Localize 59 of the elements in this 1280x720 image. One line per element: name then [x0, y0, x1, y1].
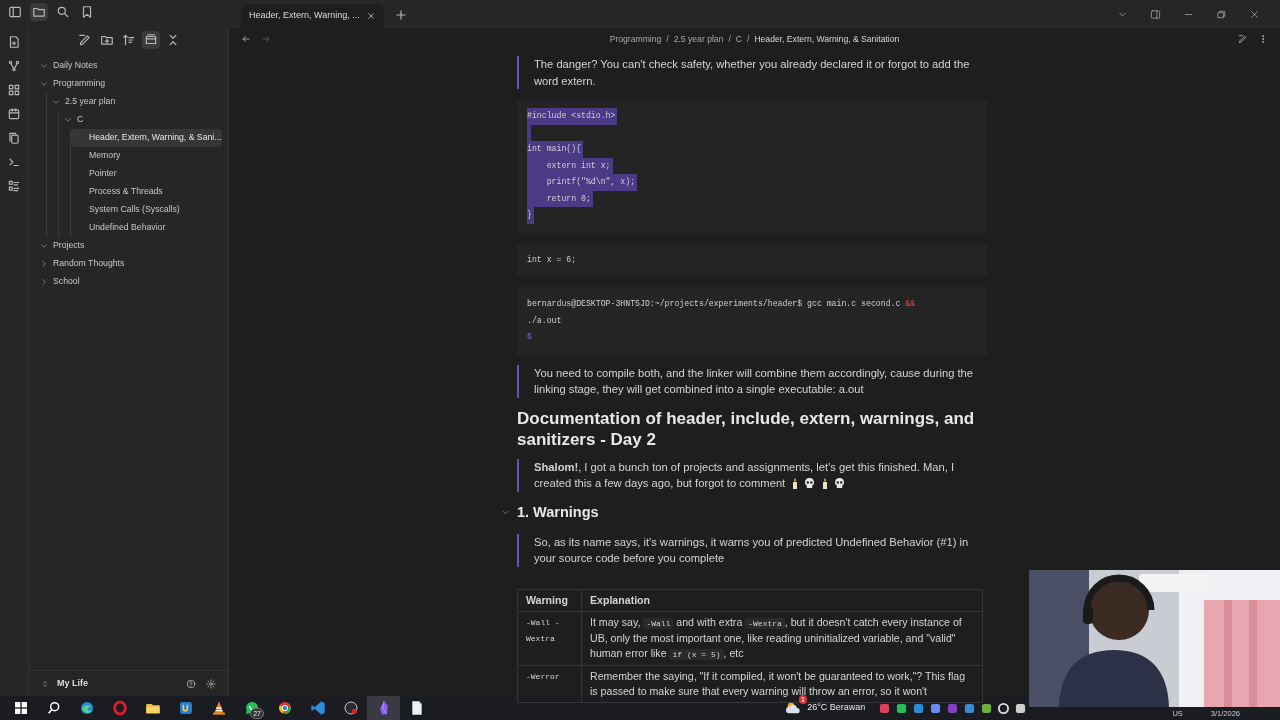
- breadcrumb-separator: /: [728, 32, 731, 46]
- tree-item[interactable]: 2.5 year plan: [47, 93, 222, 111]
- cone-icon: [210, 700, 227, 716]
- tray-icon[interactable]: [896, 702, 908, 714]
- card-icon[interactable]: [141, 31, 160, 49]
- blockquote: Shalom!, I got a bunch ton of projects and assignments, let's get this finished. Man, I created this a few days ago, but forgot to comment: [517, 458, 987, 493]
- browser-icon: [276, 700, 293, 716]
- tray-icon[interactable]: [981, 702, 993, 714]
- browser-icon: [78, 700, 95, 716]
- settings-icon[interactable]: [204, 676, 218, 691]
- tree-item[interactable]: Undefined Behavior: [71, 219, 222, 237]
- blockquote: The danger? You can't check safety, whether you already declared it or forgot to add the word extern.: [517, 56, 987, 90]
- tray-icon[interactable]: [1015, 702, 1027, 714]
- record-icon: [342, 700, 359, 716]
- start-icon: [12, 700, 29, 716]
- skull-icon: [834, 477, 846, 490]
- chevron-down-icon[interactable]: [39, 241, 49, 251]
- breadcrumb-separator: /: [747, 32, 750, 46]
- table-cell: It may say, -Wall and with extra -Wextra , but it doesn't catch every instance of UB, only the most important one, like reading uninitialized variable, and "valid" human error like if (x = 5) , etc: [581, 611, 983, 666]
- code-block: #include <stdio.h> int main(){ extern int x; printf("%d\n", x); return 0; }: [517, 99, 987, 233]
- folder-icon[interactable]: [30, 3, 48, 21]
- tray-icon[interactable]: [930, 702, 942, 714]
- column-header: Warning: [517, 589, 582, 612]
- breadcrumb-link[interactable]: Programming: [609, 32, 662, 46]
- weather-text[interactable]: 26°C Berawan: [807, 701, 866, 715]
- table-cell: -Wall -Wextra: [517, 611, 582, 666]
- edit-icon[interactable]: [1236, 32, 1250, 46]
- tree-item[interactable]: Daily Notes: [35, 57, 222, 75]
- weather-icon[interactable]: [785, 700, 802, 716]
- tree-item[interactable]: Header, Extern, Warning, & Sani...: [71, 129, 222, 147]
- notification-badge: 1: [798, 695, 808, 704]
- blockquote: So, as its name says, it's warnings, it warns you of predicted Undefined Behavior (#1) in your source code before you complete: [517, 533, 987, 567]
- vault-name[interactable]: My Life: [57, 676, 178, 691]
- heading: Documentation of header, include, extern, warnings, and sanitizers - Day 2: [517, 407, 976, 450]
- column-header: Explanation: [581, 589, 983, 612]
- skull-icon: [804, 477, 816, 490]
- tray-icon[interactable]: [998, 702, 1010, 714]
- breadcrumb-link[interactable]: C: [735, 32, 742, 46]
- tree-item[interactable]: Projects: [35, 237, 222, 255]
- tree-item[interactable]: Random Thoughts: [35, 255, 222, 273]
- terminal-output: bernardus@DESKTOP-3HNT5JD:~/projects/experiments/header$ gcc main.c second.c && ./a.out 6: [517, 287, 987, 355]
- heading: 1. Warnings: [517, 503, 599, 523]
- code-editor-icon: [309, 700, 326, 716]
- tree-item[interactable]: System Calls (Syscalls): [71, 201, 222, 219]
- tab[interactable]: Header, Extern, Warning, ...: [241, 4, 384, 28]
- app-icon: [177, 700, 194, 716]
- tree-item[interactable]: Pointer: [71, 165, 222, 183]
- tree-item[interactable]: Memory: [71, 147, 222, 165]
- breadcrumb-link[interactable]: 2.5 year plan: [673, 32, 724, 46]
- breadcrumb-current[interactable]: Header, Extern, Warning, & Sanitation: [754, 32, 900, 46]
- browser-icon: [111, 700, 128, 716]
- tree-item[interactable]: Process & Threads: [71, 183, 222, 201]
- blockquote: You need to compile both, and the linker will combine them accordingly, cause during the linking stage, they will get combined into a single executable: a.out: [517, 364, 987, 398]
- tree-item[interactable]: Programming: [35, 75, 222, 93]
- code-block: int x = 6;: [517, 242, 987, 278]
- breadcrumb-separator: /: [666, 32, 669, 46]
- search-icon: [45, 700, 62, 716]
- tree-item[interactable]: School: [35, 273, 222, 291]
- tree-item[interactable]: C: [59, 111, 222, 129]
